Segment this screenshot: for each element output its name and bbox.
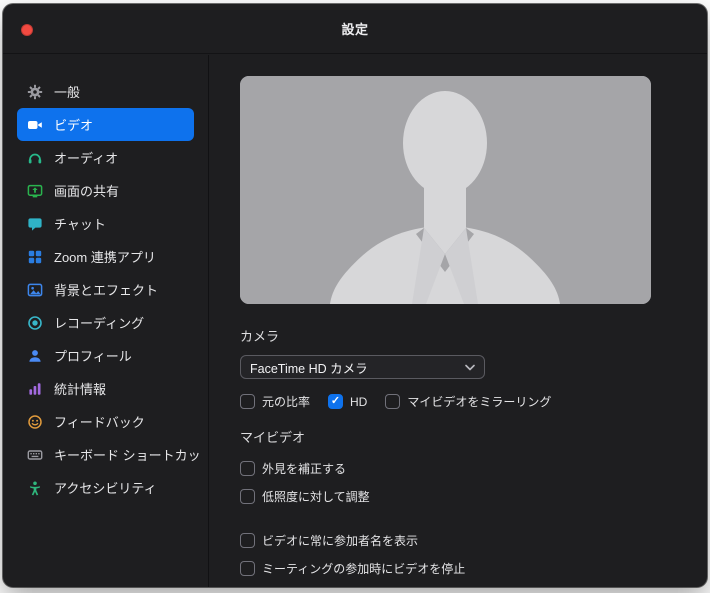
settings-sidebar: 一般 ビデオ オーディオ 画面の共有 チャット Zoom 連携アプリ 背景とエフ… xyxy=(3,55,209,587)
keyboard-icon xyxy=(26,446,44,464)
checkbox-label: マイビデオをミラーリング xyxy=(407,395,552,409)
sidebar-item-label: ビデオ xyxy=(54,118,94,133)
my-video-section-label: マイビデオ xyxy=(240,430,306,445)
sidebar-item-video[interactable]: ビデオ xyxy=(17,108,194,141)
accessibility-icon xyxy=(26,479,44,497)
checkbox-box xyxy=(240,561,255,576)
sidebar-item-label: 一般 xyxy=(54,85,81,100)
window-controls xyxy=(21,24,33,36)
checkbox-box xyxy=(240,461,255,476)
camera-section-label: カメラ xyxy=(240,329,280,344)
sidebar-item-label: 画面の共有 xyxy=(54,184,120,199)
checkbox-box xyxy=(240,533,255,548)
sidebar-item-feedback[interactable]: フィードバック xyxy=(17,405,194,438)
sidebar-item-label: Zoom 連携アプリ xyxy=(54,250,156,265)
camera-device-value: FaceTime HD カメラ xyxy=(250,361,368,376)
checkbox-box xyxy=(328,394,344,409)
sidebar-item-label: プロフィール xyxy=(54,349,132,364)
headphones-icon xyxy=(26,149,44,167)
sidebar-item-statistics[interactable]: 統計情報 xyxy=(17,372,194,405)
sidebar-item-zoom-apps[interactable]: Zoom 連携アプリ xyxy=(17,240,194,273)
window-title: 設定 xyxy=(341,22,369,37)
my-video-options: 外見を補正する 低照度に対して調整 xyxy=(240,460,707,505)
record-icon xyxy=(26,314,44,332)
person-silhouette xyxy=(240,76,651,304)
chevron-down-icon xyxy=(465,364,475,371)
video-preview xyxy=(240,76,651,304)
checkbox-label: 元の比率 xyxy=(262,395,311,409)
checkbox-box xyxy=(240,394,255,409)
meeting-options: ビデオに常に参加者名を表示 ミーティングの参加時にビデオを停止 ビデオ ミーティ… xyxy=(240,532,707,587)
gear-icon xyxy=(26,83,44,101)
checkbox-box xyxy=(385,394,401,409)
checkbox-label: ミーティングの参加時にビデオを停止 xyxy=(262,562,466,576)
checkbox-stop-video-on-join[interactable]: ミーティングの参加時にビデオを停止 xyxy=(240,560,707,577)
checkbox-label: ビデオに常に参加者名を表示 xyxy=(262,534,419,548)
checkbox-touch-up-appearance[interactable]: 外見を補正する xyxy=(240,460,707,477)
checkbox-hd[interactable]: HD xyxy=(328,394,367,409)
sidebar-item-label: キーボード ショートカッ xyxy=(54,448,201,463)
sidebar-item-label: レコーディング xyxy=(54,316,145,331)
sidebar-item-recording[interactable]: レコーディング xyxy=(17,306,194,339)
checkbox-mirror-video[interactable]: マイビデオをミラーリング xyxy=(385,393,551,410)
zoom-apps-icon xyxy=(26,248,44,266)
sidebar-item-audio[interactable]: オーディオ xyxy=(17,141,194,174)
profile-icon xyxy=(26,347,44,365)
checkbox-adjust-low-light[interactable]: 低照度に対して調整 xyxy=(240,488,707,505)
sidebar-item-label: オーディオ xyxy=(54,151,119,166)
checkbox-label: HD xyxy=(350,394,368,409)
sidebar-item-background-effects[interactable]: 背景とエフェクト xyxy=(17,273,194,306)
sidebar-item-label: チャット xyxy=(54,217,106,232)
feedback-icon xyxy=(26,413,44,431)
sidebar-item-keyboard-shortcuts[interactable]: キーボード ショートカッ xyxy=(17,438,201,471)
sidebar-item-label: フィードバック xyxy=(54,415,145,430)
sidebar-item-accessibility[interactable]: アクセシビリティ xyxy=(17,471,194,504)
video-settings-panel: カメラ FaceTime HD カメラ 元の比率 HD マイビデオをミラーリング… xyxy=(210,55,707,587)
screen-share-icon xyxy=(26,182,44,200)
camera-options-row: 元の比率 HD マイビデオをミラーリング xyxy=(240,393,707,410)
checkbox-original-ratio[interactable]: 元の比率 xyxy=(240,393,310,410)
title-bar: 設定 xyxy=(3,4,707,54)
sidebar-item-profile[interactable]: プロフィール xyxy=(17,339,194,372)
sidebar-item-screen-share[interactable]: 画面の共有 xyxy=(17,174,194,207)
sidebar-item-chat[interactable]: チャット xyxy=(17,207,194,240)
checkbox-label: 低照度に対して調整 xyxy=(262,490,370,504)
checkbox-label: 外見を補正する xyxy=(262,462,347,476)
sidebar-item-label: 統計情報 xyxy=(54,382,107,397)
sidebar-item-label: 背景とエフェクト xyxy=(54,283,159,298)
close-button[interactable] xyxy=(21,24,33,36)
background-effects-icon xyxy=(26,281,44,299)
camera-device-dropdown[interactable]: FaceTime HD カメラ xyxy=(240,355,485,379)
checkbox-always-show-names[interactable]: ビデオに常に参加者名を表示 xyxy=(240,532,707,549)
chat-bubble-icon xyxy=(26,215,44,233)
settings-window: 設定 一般 ビデオ オーディオ 画面の共有 チャット Zoom 連携アプリ 背景… xyxy=(3,4,707,587)
sidebar-item-general[interactable]: 一般 xyxy=(17,75,194,108)
checkbox-box xyxy=(240,489,255,504)
video-camera-icon xyxy=(26,116,44,134)
sidebar-item-label: アクセシビリティ xyxy=(54,481,157,496)
statistics-icon xyxy=(26,380,44,398)
